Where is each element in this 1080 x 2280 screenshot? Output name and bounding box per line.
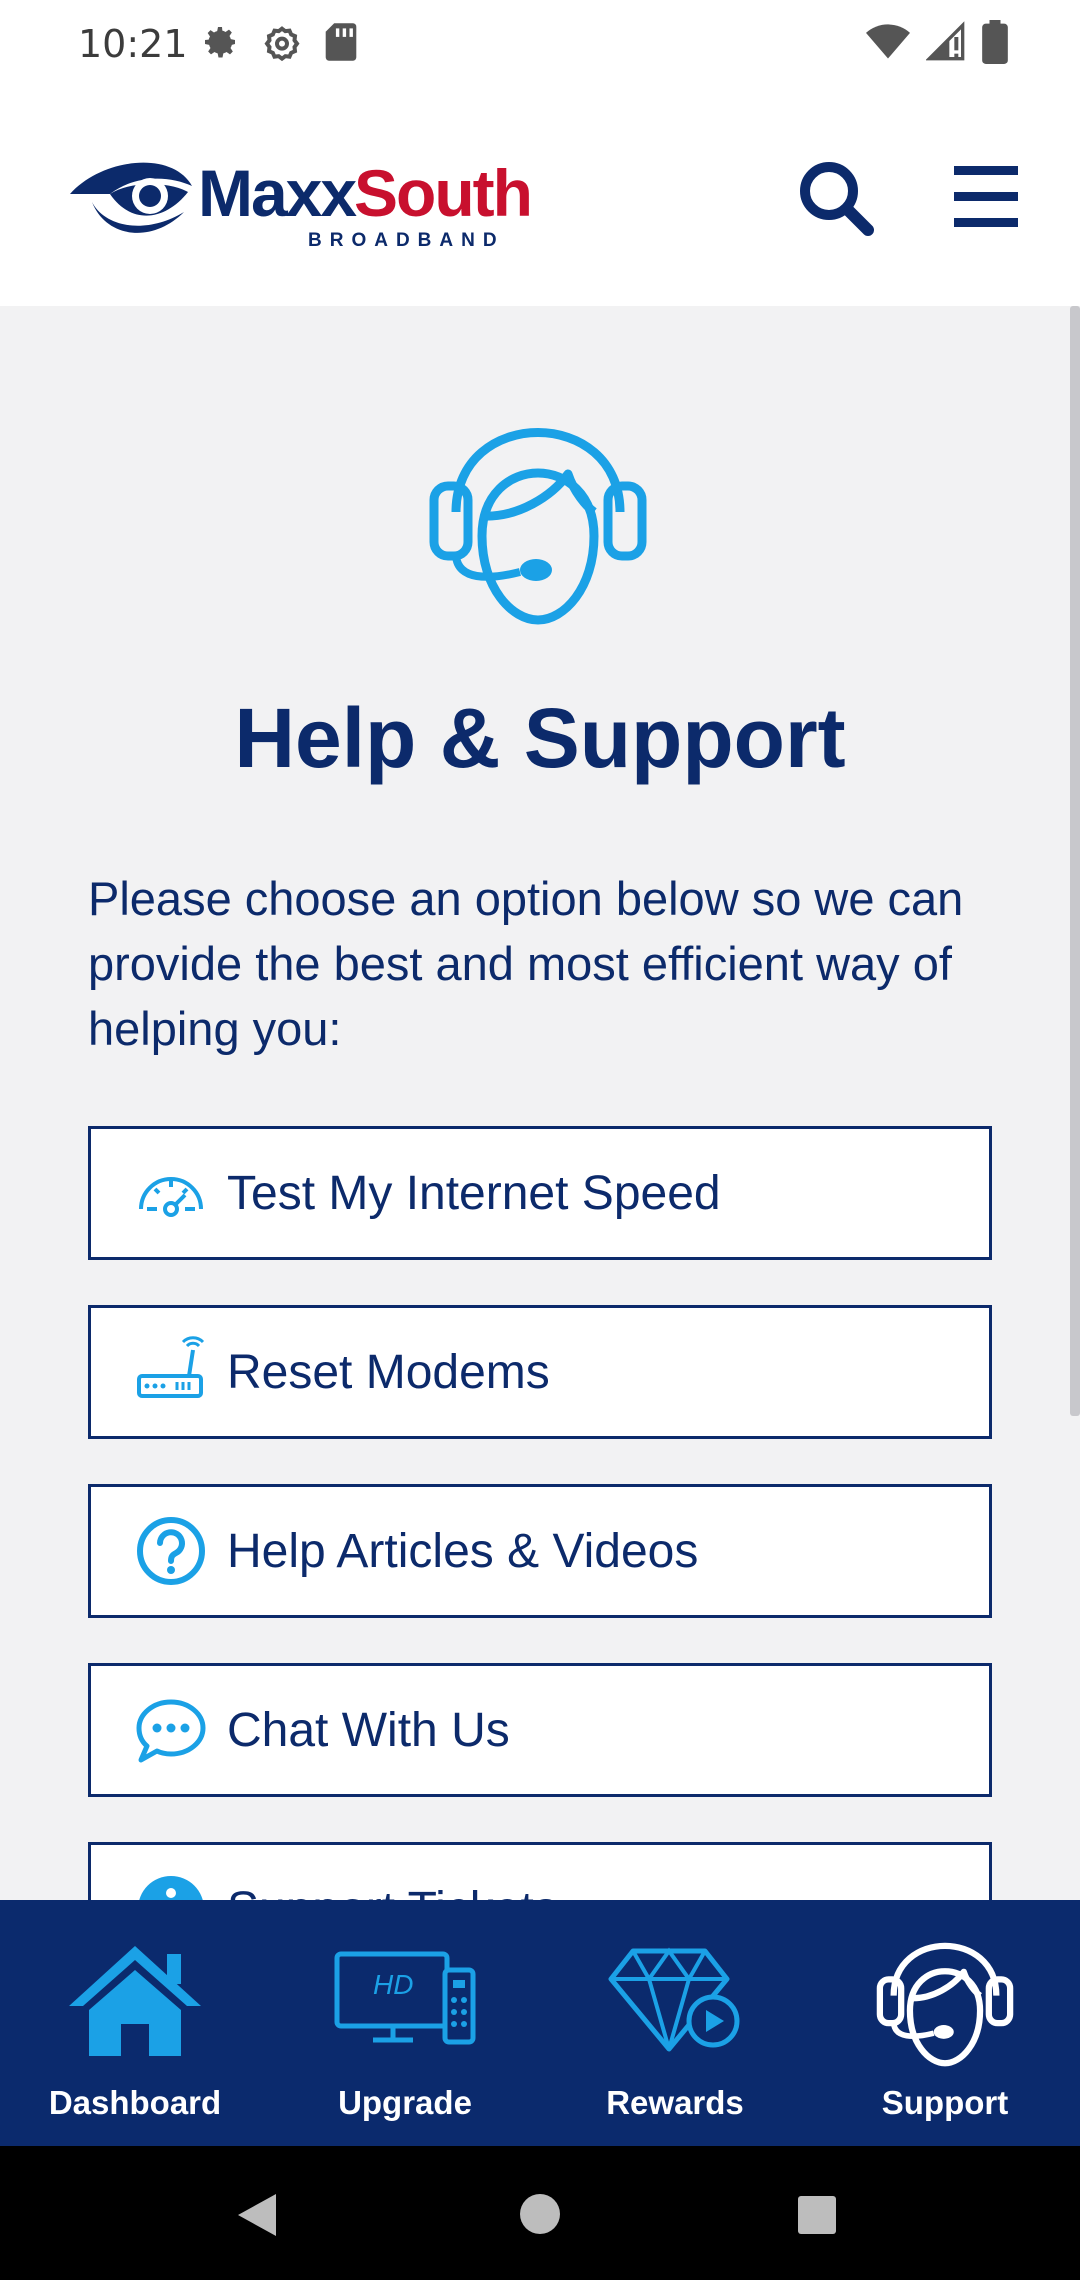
- nav-rewards[interactable]: Rewards: [540, 1900, 810, 2146]
- option-label: Test My Internet Speed: [227, 1166, 721, 1220]
- logo-sub-text: BROADBAND: [308, 230, 505, 250]
- page-title: Help & Support: [234, 691, 846, 785]
- recents-icon[interactable]: [796, 2194, 838, 2236]
- diamond-play-icon: [540, 1930, 810, 2070]
- hd-tv-remote-icon: HD: [270, 1930, 540, 2070]
- logo-primary-text: Maxx: [198, 156, 357, 230]
- nav-label: Rewards: [606, 2084, 744, 2121]
- option-label: Support Tickets: [227, 1882, 558, 1901]
- nav-upgrade[interactable]: HD Upgrade: [270, 1900, 540, 2146]
- status-system-icons: [866, 20, 1008, 64]
- nav-label: Upgrade: [338, 2084, 472, 2121]
- cell-signal-icon: [926, 21, 965, 61]
- option-label: Chat With Us: [227, 1703, 510, 1757]
- sd-card-icon: [325, 23, 357, 61]
- home-icon[interactable]: [518, 2192, 562, 2236]
- scrollbar[interactable]: [1070, 306, 1080, 1416]
- question-circle-icon: [135, 1515, 207, 1587]
- reset-modems-button[interactable]: Reset Modems: [88, 1305, 992, 1439]
- chat-with-us-button[interactable]: Chat With Us: [88, 1663, 992, 1797]
- house-icon: [0, 1930, 270, 2070]
- nav-label: Dashboard: [48, 2084, 222, 2121]
- gear-icon: [205, 27, 235, 58]
- support-tickets-button[interactable]: Support Tickets: [88, 1842, 992, 1900]
- status-notification-icons: [200, 20, 358, 64]
- help-articles-videos-button[interactable]: Help Articles & Videos: [88, 1484, 992, 1618]
- app-header: Maxx South BROADBAND: [0, 88, 1080, 306]
- svg-text:HD: HD: [373, 1969, 413, 2000]
- chat-bubble-icon: [135, 1694, 207, 1766]
- logo-accent-text: South: [354, 156, 531, 230]
- test-internet-speed-button[interactable]: Test My Internet Speed: [88, 1126, 992, 1260]
- status-time: 10:21: [78, 22, 188, 66]
- main-content[interactable]: Help & Support Please choose an option b…: [0, 306, 1080, 1900]
- info-circle-icon: [135, 1873, 207, 1900]
- eye-icon: [70, 162, 192, 233]
- support-agent-headset-icon: [810, 1930, 1080, 2070]
- support-agent-headset-icon: [429, 428, 647, 625]
- maxxsouth-logo[interactable]: Maxx South BROADBAND: [62, 150, 542, 250]
- intro-text: Please choose an option below so we can …: [88, 872, 964, 1055]
- battery-icon: [982, 20, 1008, 64]
- nav-support[interactable]: Support: [810, 1900, 1080, 2146]
- option-label: Help Articles & Videos: [227, 1524, 699, 1578]
- hamburger-menu-icon[interactable]: [950, 162, 1022, 232]
- nav-label: Support: [881, 2084, 1009, 2121]
- status-bar: 10:21: [0, 0, 1080, 88]
- nav-dashboard[interactable]: Dashboard: [0, 1900, 270, 2146]
- bottom-nav: Dashboard HD Upgrade Rewards Support: [0, 1900, 1080, 2146]
- modem-icon: [135, 1336, 207, 1408]
- wifi-icon: [866, 24, 910, 59]
- settings-cog-icon: [264, 26, 300, 62]
- search-icon[interactable]: [796, 158, 876, 238]
- option-label: Reset Modems: [227, 1345, 550, 1399]
- speedometer-icon: [135, 1157, 207, 1229]
- system-nav-bar: [0, 2146, 1080, 2280]
- back-icon[interactable]: [232, 2190, 282, 2240]
